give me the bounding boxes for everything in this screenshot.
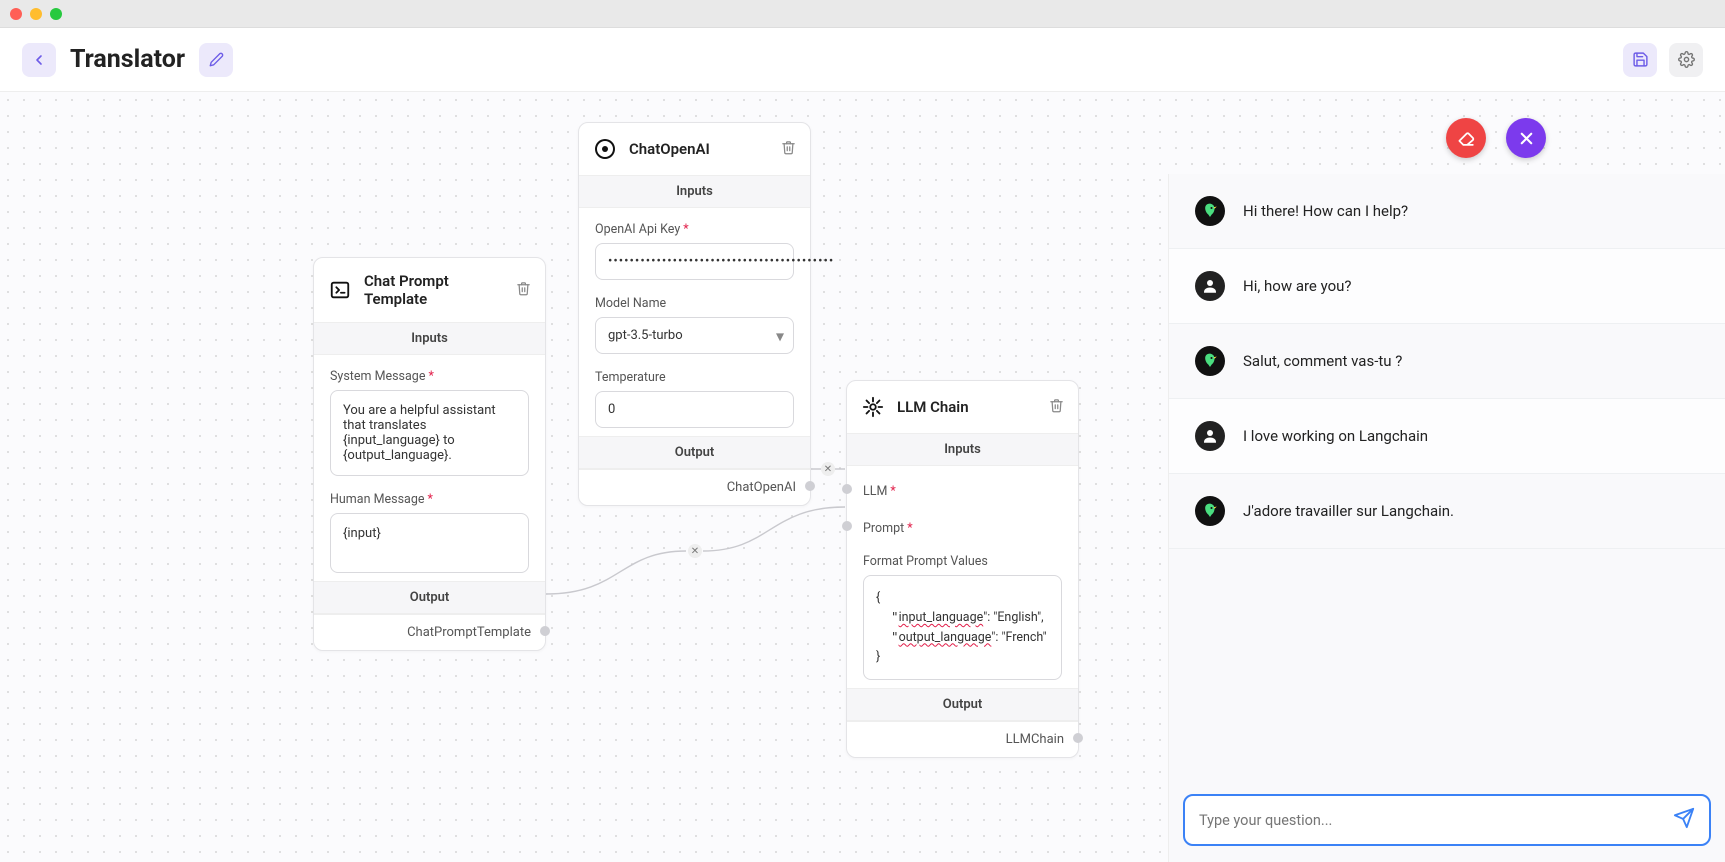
chat-message: J'adore travailler sur Langchain. (1169, 474, 1725, 549)
chat-text: I love working on Langchain (1243, 427, 1428, 445)
inputs-header: Inputs (579, 175, 810, 208)
trash-icon (781, 140, 796, 155)
chain-icon (861, 395, 885, 419)
output-label: LLMChain (847, 721, 1078, 757)
node-chat-openai[interactable]: ChatOpenAI Inputs OpenAI Api Key* ••••••… (578, 122, 811, 506)
node-delete-button[interactable] (1049, 398, 1064, 417)
node-chat-prompt-template[interactable]: Chat Prompt Template Inputs System Messa… (313, 257, 546, 651)
user-icon (1201, 427, 1219, 445)
node-title: LLM Chain (897, 398, 1037, 416)
chat-text: J'adore travailler sur Langchain. (1243, 502, 1454, 520)
output-port[interactable] (540, 626, 550, 636)
user-avatar (1195, 421, 1225, 451)
bot-avatar (1195, 196, 1225, 226)
window-zoom-button[interactable] (50, 8, 62, 20)
window-close-button[interactable] (10, 8, 22, 20)
close-chat-button[interactable] (1506, 118, 1546, 158)
send-icon (1673, 807, 1695, 829)
send-button[interactable] (1673, 807, 1695, 833)
close-icon (1517, 129, 1536, 148)
inputs-header: Inputs (314, 322, 545, 355)
flow-canvas[interactable]: ✕ ✕ Chat Prompt Template Inputs System M… (0, 92, 1725, 862)
gear-icon (1678, 51, 1695, 68)
clear-button[interactable] (1446, 118, 1486, 158)
field-label-human-message: Human Message* (330, 492, 529, 507)
output-port[interactable] (1073, 733, 1083, 743)
chat-message: Salut, comment vas-tu ? (1169, 324, 1725, 399)
model-select[interactable]: gpt-3.5-turbo (595, 317, 794, 354)
output-port[interactable] (805, 481, 815, 491)
chat-list[interactable]: Hi there! How can I help? Hi, how are yo… (1169, 174, 1725, 778)
chat-input-field[interactable] (1199, 812, 1673, 829)
output-label: ChatOpenAI (579, 469, 810, 505)
chat-text: Hi, how are you? (1243, 277, 1352, 295)
prompt-input-port[interactable] (842, 521, 852, 531)
output-header: Output (847, 688, 1078, 721)
edge-delete-button[interactable]: ✕ (688, 544, 702, 558)
trash-icon (1049, 398, 1064, 413)
pencil-icon (209, 52, 224, 67)
eraser-icon (1457, 129, 1476, 148)
settings-button[interactable] (1669, 43, 1703, 77)
window-minimize-button[interactable] (30, 8, 42, 20)
user-avatar (1195, 271, 1225, 301)
node-delete-button[interactable] (516, 281, 531, 300)
page-title: Translator (70, 45, 185, 74)
field-label-format: Format Prompt Values (863, 554, 1062, 569)
edge-delete-button[interactable]: ✕ (821, 462, 835, 476)
back-button[interactable] (22, 43, 56, 77)
output-header: Output (579, 436, 810, 469)
chevron-left-icon (31, 52, 47, 68)
bot-avatar (1195, 346, 1225, 376)
field-label-temperature: Temperature (595, 370, 794, 385)
chat-message: Hi there! How can I help? (1169, 174, 1725, 249)
parrot-icon (1201, 502, 1219, 520)
output-label: ChatPromptTemplate (314, 614, 545, 650)
terminal-icon (328, 278, 352, 302)
edit-title-button[interactable] (199, 43, 233, 77)
field-label-apikey: OpenAI Api Key* (595, 222, 794, 237)
node-title: ChatOpenAI (629, 140, 769, 158)
chevron-down-icon: ▾ (776, 326, 784, 345)
llm-input-port[interactable] (842, 484, 852, 494)
inputs-header: Inputs (847, 433, 1078, 466)
chat-panel: Hi there! How can I help? Hi, how are yo… (1168, 174, 1725, 862)
chat-text: Hi there! How can I help? (1243, 202, 1408, 220)
temperature-input[interactable]: 0 (595, 391, 794, 428)
field-label-prompt: Prompt* (863, 521, 913, 536)
output-header: Output (314, 581, 545, 614)
chat-input[interactable] (1183, 794, 1711, 846)
node-llm-chain[interactable]: LLM Chain Inputs LLM* Prompt* Format Pro… (846, 380, 1079, 758)
apikey-input[interactable]: ••••••••••••••••••••••••••••••••••••••••… (595, 243, 794, 280)
field-label-model: Model Name (595, 296, 794, 311)
parrot-icon (1201, 352, 1219, 370)
window-titlebar (0, 0, 1725, 28)
user-icon (1201, 277, 1219, 295)
field-label-llm: LLM* (863, 484, 896, 499)
chat-text: Salut, comment vas-tu ? (1243, 352, 1402, 370)
parrot-icon (1201, 202, 1219, 220)
format-values-input[interactable]: { "input_language": "English", "output_l… (863, 575, 1062, 680)
save-icon (1632, 51, 1649, 68)
trash-icon (516, 281, 531, 296)
save-button[interactable] (1623, 43, 1657, 77)
system-message-input[interactable]: You are a helpful assistant that transla… (330, 390, 529, 476)
field-label-system-message: System Message* (330, 369, 529, 384)
chat-message: Hi, how are you? (1169, 249, 1725, 324)
node-delete-button[interactable] (781, 140, 796, 159)
human-message-input[interactable]: {input} (330, 513, 529, 573)
bot-avatar (1195, 496, 1225, 526)
chat-message: I love working on Langchain (1169, 399, 1725, 474)
openai-icon (593, 137, 617, 161)
node-title: Chat Prompt Template (364, 272, 504, 308)
top-bar: Translator (0, 28, 1725, 92)
